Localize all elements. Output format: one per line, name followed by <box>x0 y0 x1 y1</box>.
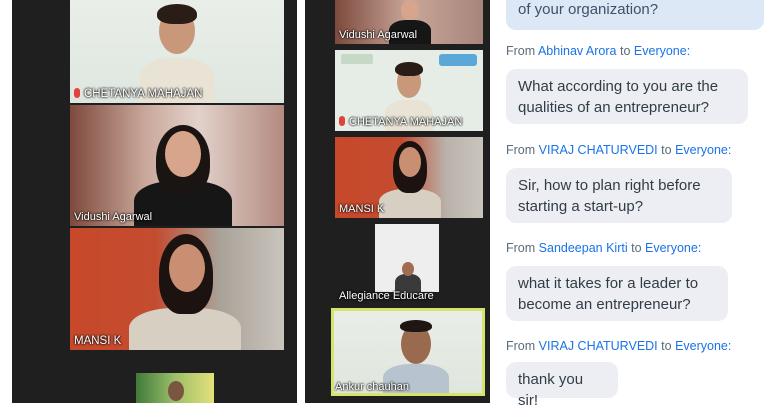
chat-message-bubble: Sir, how to plan right before starting a… <box>506 168 732 223</box>
chat-message-bubble: thank you sir! <box>506 362 618 409</box>
chat-message-header: From VIRAJ CHATURVEDI to Everyone: <box>506 143 732 157</box>
chat-bubble-partial: of your organization? <box>506 0 764 30</box>
active-speaker-border <box>331 308 485 396</box>
participant-name: CHETANYA MAHAJAN <box>84 88 203 100</box>
thumbnail-allegiance[interactable]: Allegiance Educare <box>335 224 483 305</box>
participant-name: CHETANYA MAHAJAN <box>349 116 463 128</box>
participant-name: MANSI K <box>74 335 122 347</box>
thumbnail-mansi[interactable]: MANSI K <box>335 137 483 218</box>
chat-sender[interactable]: VIRAJ CHATURVEDI <box>539 339 658 353</box>
chat-sender[interactable]: Sandeepan Kirti <box>539 241 628 255</box>
participant-name: Allegiance Educare <box>339 290 434 302</box>
video-tile-mansi[interactable]: MANSI K <box>70 228 284 350</box>
chat-message-header: From VIRAJ CHATURVEDI to Everyone: <box>506 339 732 353</box>
participant-video <box>375 137 445 218</box>
main-gallery: CHETANYA MAHAJAN Vidushi Agarwal MANSI K <box>12 0 297 403</box>
participant-name: Vidushi Agarwal <box>74 211 153 223</box>
chat-panel[interactable]: of your organization? From Abhinav Arora… <box>490 0 772 409</box>
participant-name: MANSI K <box>339 203 385 215</box>
chat-sender[interactable]: VIRAJ CHATURVEDI <box>539 143 658 157</box>
thumbnail-strip: Vidushi Agarwal CHETANYA MAHAJAN MANSI K… <box>305 0 490 403</box>
thumbnail-vidushi[interactable]: Vidushi Agarwal <box>335 0 483 44</box>
muted-mic-icon <box>339 116 345 126</box>
chat-message-bubble: what it takes for a leader to become an … <box>506 266 728 321</box>
chat-recipient[interactable]: Everyone: <box>634 44 690 58</box>
thumbnail-ankur-active-speaker[interactable]: Ankur chauhan <box>331 308 485 396</box>
chat-sender[interactable]: Abhinav Arora <box>538 44 617 58</box>
participant-video <box>395 260 421 294</box>
participant-video <box>164 373 188 403</box>
chat-message-header: From Abhinav Arora to Everyone: <box>506 44 691 58</box>
chat-message-bubble: What according to you are the qualities … <box>506 69 748 124</box>
participant-video <box>128 105 238 226</box>
participant-name: Vidushi Agarwal <box>339 29 418 41</box>
video-area: CHETANYA MAHAJAN Vidushi Agarwal MANSI K <box>0 0 490 403</box>
muted-mic-icon <box>74 88 80 98</box>
video-tile-partial[interactable] <box>136 373 214 403</box>
chat-message-header: From Sandeepan Kirti to Everyone: <box>506 241 702 255</box>
participant-video <box>125 228 245 350</box>
chat-recipient[interactable]: Everyone: <box>675 143 731 157</box>
chat-recipient[interactable]: Everyone: <box>675 339 731 353</box>
video-tile-chetanya[interactable]: CHETANYA MAHAJAN <box>70 0 284 103</box>
chat-recipient[interactable]: Everyone: <box>645 241 701 255</box>
thumbnail-chetanya[interactable]: CHETANYA MAHAJAN <box>335 50 483 131</box>
video-tile-vidushi[interactable]: Vidushi Agarwal <box>70 105 284 226</box>
